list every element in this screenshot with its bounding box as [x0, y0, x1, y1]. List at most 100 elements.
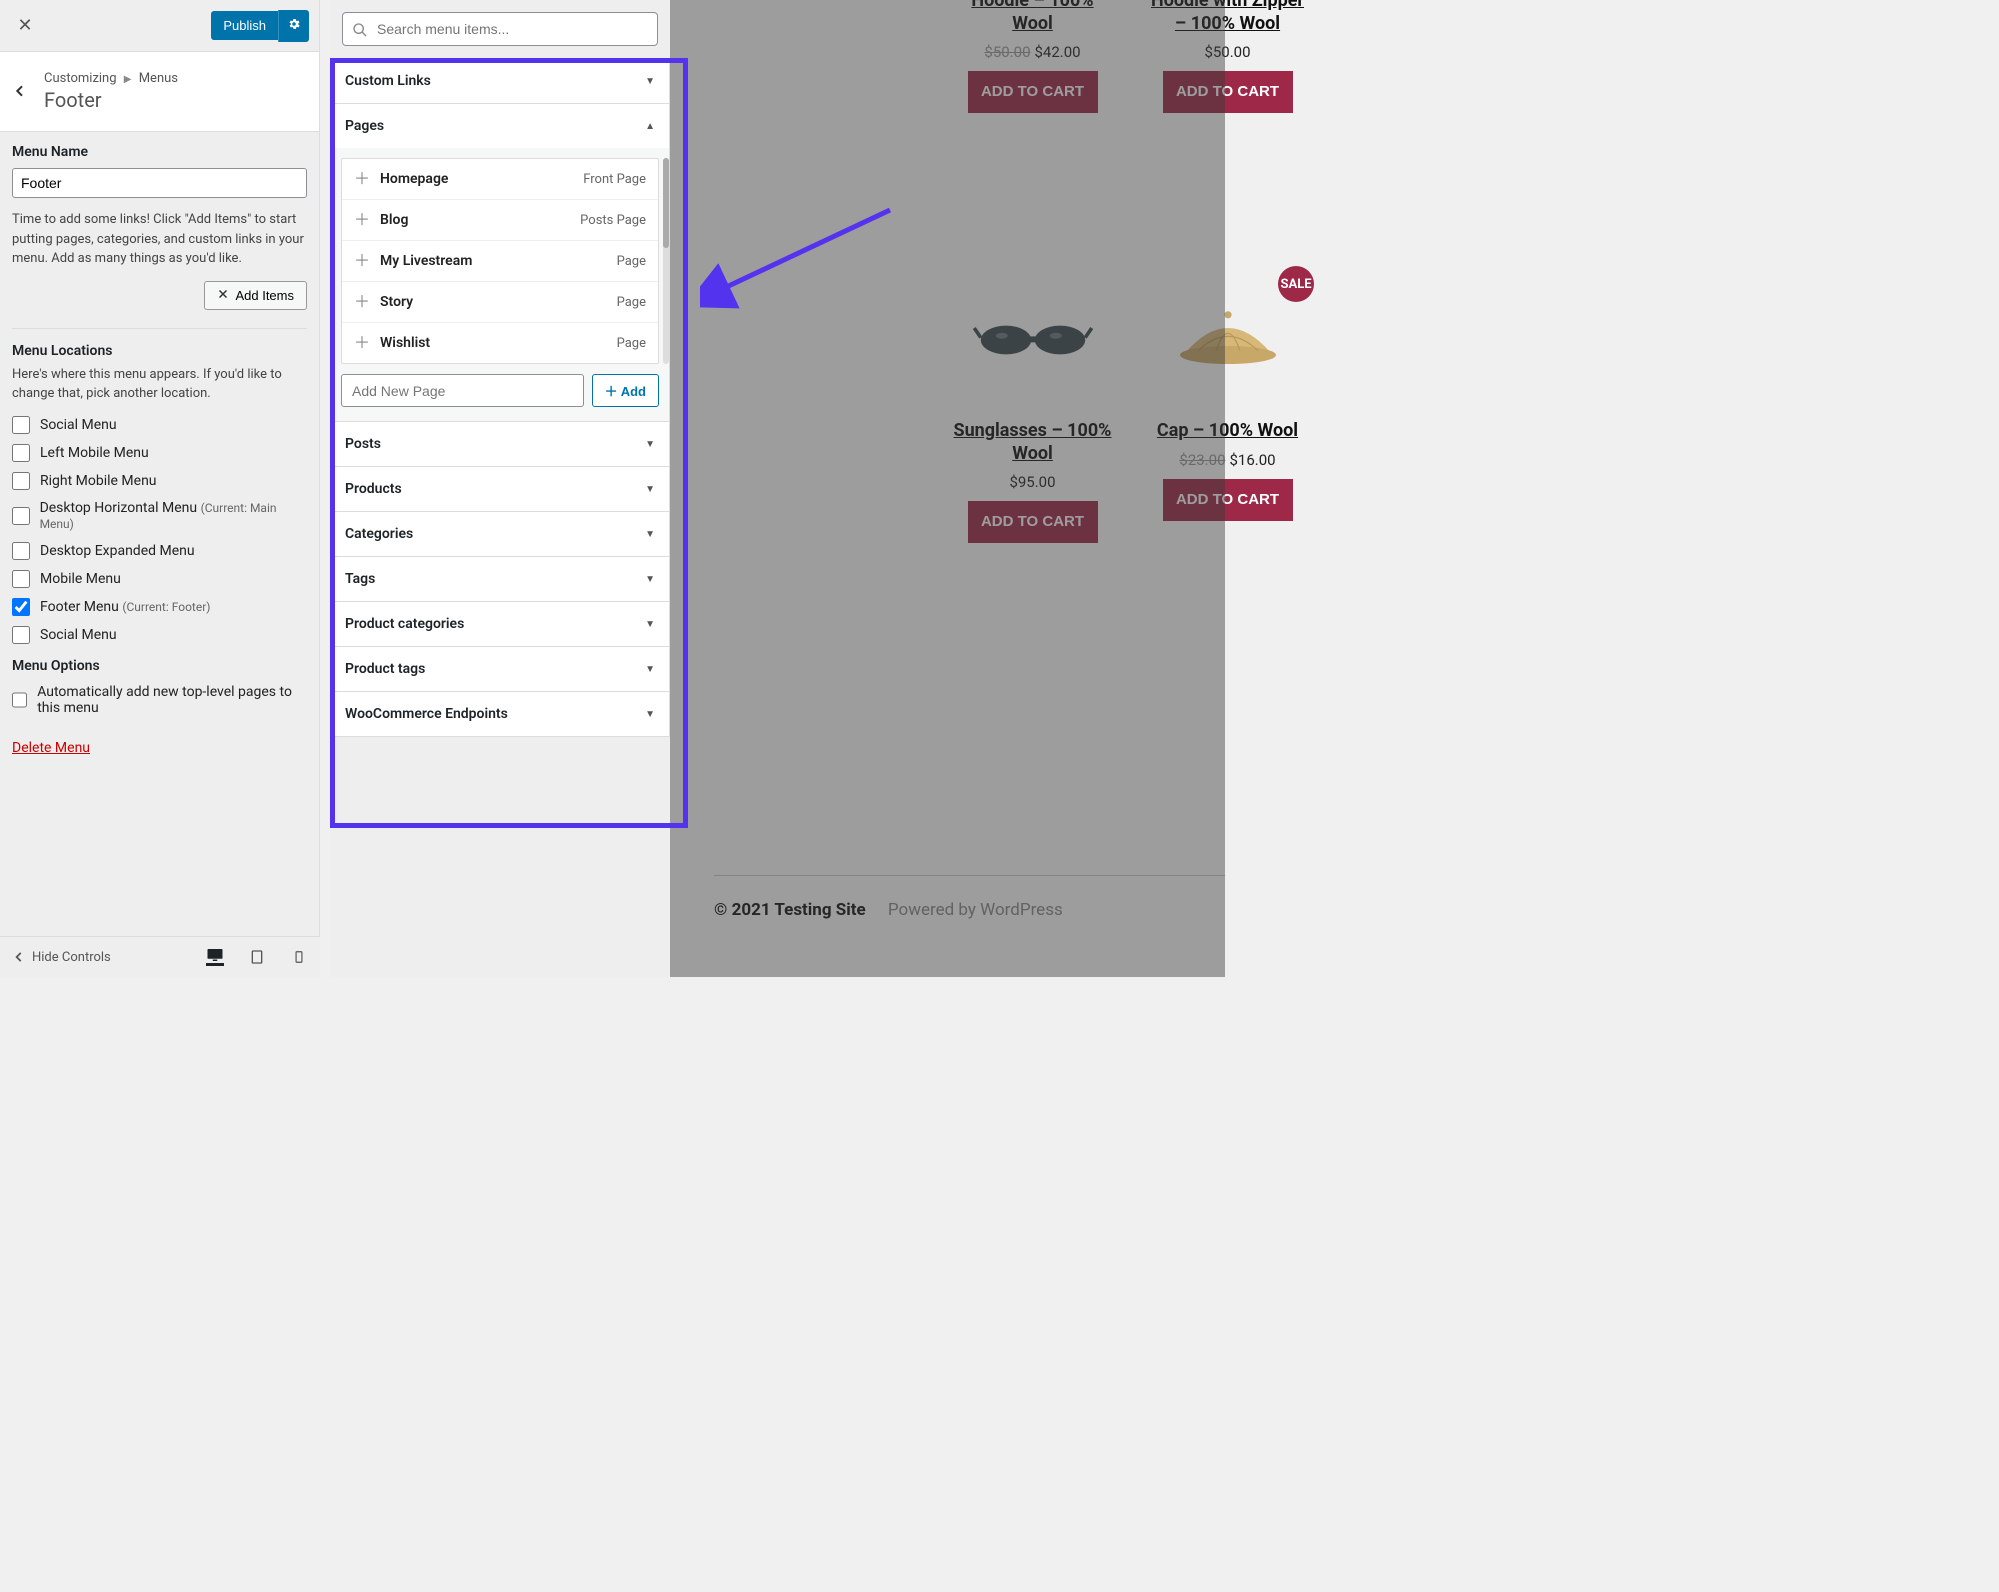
- price-current: $16.00: [1230, 451, 1276, 469]
- site-preview: Hoodie – 100% Wool $50.00$42.00 ADD TO C…: [670, 0, 1225, 977]
- accordion-categories[interactable]: Categories▼: [331, 512, 669, 556]
- add-new-page-input[interactable]: [341, 374, 584, 407]
- add-page-button[interactable]: ＋ Add: [592, 374, 659, 407]
- checkbox[interactable]: [12, 542, 30, 560]
- checkbox[interactable]: [12, 626, 30, 644]
- close-icon[interactable]: ✕: [10, 11, 40, 41]
- scrollbar-track[interactable]: [663, 158, 669, 364]
- preview-overlay-dim: [670, 0, 1225, 977]
- page-row-wishlist[interactable]: ＋Wishlist Page: [342, 323, 658, 363]
- menu-name-input[interactable]: [12, 168, 307, 198]
- accordion-body-pages: ＋Homepage Front Page ＋Blog Posts Page ＋M…: [331, 148, 669, 421]
- accordion-label: Tags: [345, 571, 375, 587]
- checkbox[interactable]: [12, 472, 30, 490]
- plus-icon: ＋: [354, 294, 370, 310]
- page-row-blog[interactable]: ＋Blog Posts Page: [342, 200, 658, 241]
- help-text: Time to add some links! Click "Add Items…: [12, 210, 307, 269]
- add-button-label: Add: [621, 384, 646, 399]
- accordion-product-tags[interactable]: Product tags▼: [331, 647, 669, 691]
- accordion-products[interactable]: Products▼: [331, 467, 669, 511]
- page-name: My Livestream: [380, 253, 472, 269]
- breadcrumb-root: Customizing: [44, 71, 117, 86]
- accordion-label: Posts: [345, 436, 381, 452]
- page-row-livestream[interactable]: ＋My Livestream Page: [342, 241, 658, 282]
- location-right-mobile[interactable]: Right Mobile Menu: [12, 472, 307, 490]
- hide-controls-label: Hide Controls: [32, 950, 111, 965]
- plus-icon: ＋: [354, 212, 370, 228]
- checkbox[interactable]: [12, 598, 30, 616]
- page-row-story[interactable]: ＋ Story Page: [342, 282, 658, 323]
- breadcrumb-path: Customizing ▶ Menus: [44, 71, 307, 86]
- checkbox[interactable]: [12, 416, 30, 434]
- menu-options-heading: Menu Options: [12, 658, 307, 674]
- publish-button[interactable]: Publish: [211, 11, 278, 40]
- accordion-group: Custom Links ▼ Pages ▲ ＋Homepage Front P…: [330, 58, 670, 737]
- add-items-button[interactable]: Add Items: [204, 281, 307, 310]
- location-left-mobile[interactable]: Left Mobile Menu: [12, 444, 307, 462]
- menu-locations-desc: Here's where this menu appears. If you'd…: [12, 365, 307, 404]
- location-mobile[interactable]: Mobile Menu: [12, 570, 307, 588]
- page-name: Story: [380, 294, 413, 310]
- accordion-label: Products: [345, 481, 402, 497]
- mobile-icon[interactable]: [290, 948, 308, 966]
- search-input[interactable]: [342, 12, 658, 46]
- gear-icon[interactable]: [278, 10, 309, 42]
- plus-icon: ＋: [354, 253, 370, 269]
- page-type: Posts Page: [580, 213, 646, 228]
- location-desktop-horizontal[interactable]: Desktop Horizontal Menu (Current: Main M…: [12, 500, 307, 532]
- accordion-tags[interactable]: Tags▼: [331, 557, 669, 601]
- location-label: Footer Menu: [40, 599, 119, 615]
- checkbox[interactable]: [12, 691, 27, 709]
- location-social-menu-2[interactable]: Social Menu: [12, 626, 307, 644]
- option-auto-add[interactable]: Automatically add new top-level pages to…: [12, 684, 307, 716]
- accordion-woo-endpoints[interactable]: WooCommerce Endpoints▼: [331, 692, 669, 736]
- plus-icon: ＋: [354, 335, 370, 351]
- location-social-menu[interactable]: Social Menu: [12, 416, 307, 434]
- checkbox[interactable]: [12, 444, 30, 462]
- device-toggle: [206, 948, 308, 966]
- accordion-custom-links[interactable]: Custom Links ▼: [331, 59, 669, 103]
- accordion-product-categories[interactable]: Product categories ▼: [331, 602, 669, 646]
- publish-group: Publish: [211, 10, 309, 42]
- location-label: Desktop Expanded Menu: [40, 543, 195, 559]
- back-arrow-icon[interactable]: [12, 80, 44, 104]
- menu-name-label: Menu Name: [12, 144, 307, 160]
- search-icon: [352, 22, 368, 42]
- location-label: Desktop Horizontal Menu: [40, 500, 198, 516]
- checkbox[interactable]: [12, 507, 30, 525]
- accordion-label: Categories: [345, 526, 413, 542]
- delete-menu-link[interactable]: Delete Menu: [12, 740, 90, 756]
- accordion-label: Product categories: [345, 616, 464, 632]
- footer-controls: Hide Controls: [0, 936, 320, 977]
- accordion-label: Custom Links: [345, 73, 431, 89]
- tablet-icon[interactable]: [248, 948, 266, 966]
- location-label: Mobile Menu: [40, 571, 121, 587]
- page-type: Page: [617, 295, 646, 310]
- page-title: Footer: [44, 88, 307, 112]
- chevron-down-icon: ▼: [645, 76, 655, 87]
- page-list[interactable]: ＋Homepage Front Page ＋Blog Posts Page ＋M…: [341, 158, 659, 364]
- chevron-right-icon: ▶: [124, 74, 132, 85]
- accordion-pages[interactable]: Pages ▲: [331, 104, 669, 148]
- location-label: Social Menu: [40, 417, 117, 433]
- chevron-down-icon: ▼: [645, 709, 655, 720]
- scrollbar-thumb[interactable]: [663, 158, 669, 248]
- desktop-icon[interactable]: [206, 948, 224, 966]
- accordion-label: Pages: [345, 118, 384, 134]
- menu-locations-heading: Menu Locations: [12, 343, 307, 359]
- add-items-panel: Custom Links ▼ Pages ▲ ＋Homepage Front P…: [330, 0, 670, 977]
- close-x-icon: [217, 288, 229, 303]
- plus-icon: ＋: [605, 384, 618, 399]
- hide-controls-button[interactable]: Hide Controls: [12, 950, 111, 965]
- chevron-down-icon: ▼: [645, 619, 655, 630]
- page-name: Homepage: [380, 171, 448, 187]
- page-row-homepage[interactable]: ＋Homepage Front Page: [342, 159, 658, 200]
- page-type: Front Page: [583, 172, 646, 187]
- accordion-posts[interactable]: Posts▼: [331, 422, 669, 466]
- location-desktop-expanded[interactable]: Desktop Expanded Menu: [12, 542, 307, 560]
- breadcrumb-parent[interactable]: Menus: [139, 71, 178, 86]
- checkbox[interactable]: [12, 570, 30, 588]
- accordion-label: Product tags: [345, 661, 425, 677]
- location-footer[interactable]: Footer Menu (Current: Footer): [12, 598, 307, 616]
- location-label: Left Mobile Menu: [40, 445, 149, 461]
